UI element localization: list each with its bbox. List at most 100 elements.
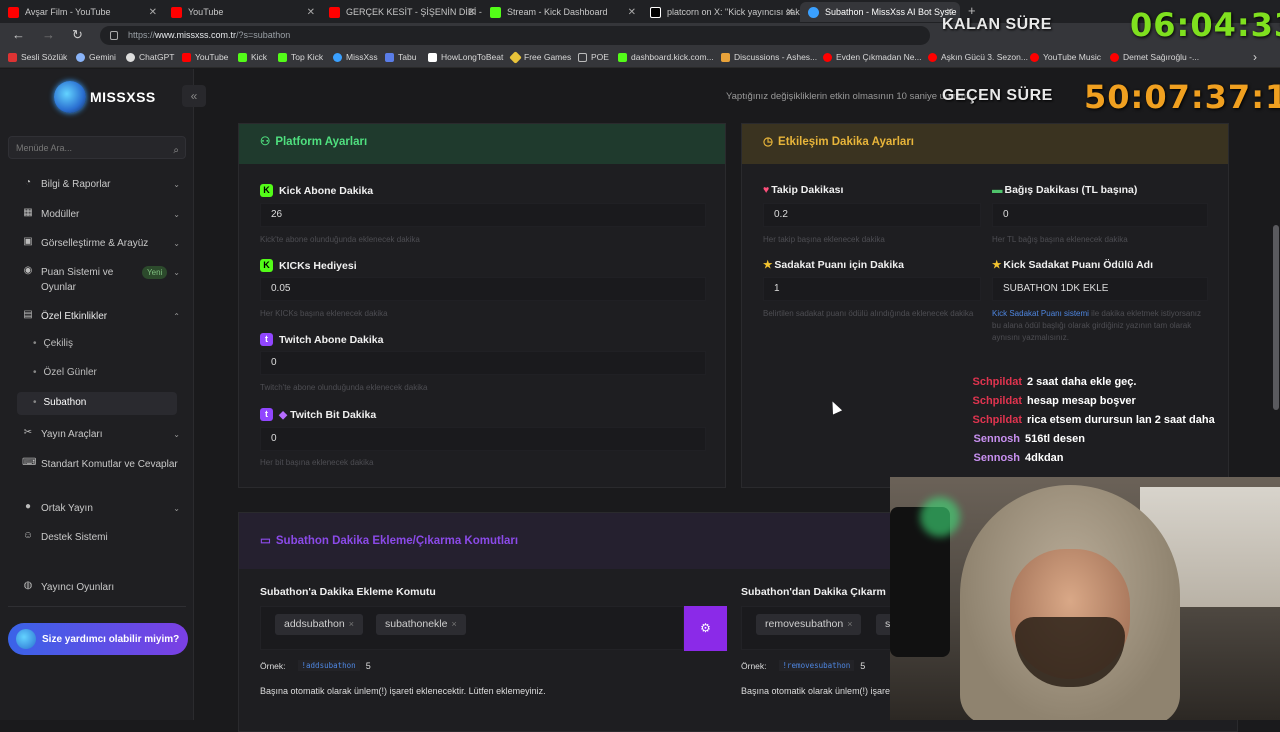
loyalty-minutes-input[interactable]: 1 xyxy=(763,277,981,301)
sidebar-item-puan-sistemi[interactable]: ◉ Puan Sistemi ve Oyunlar Yeni ⌄ xyxy=(22,265,180,295)
sidebar-item-destek-sistemi[interactable]: ☺ Destek Sistemi xyxy=(22,530,180,545)
field-help: Her takip başına eklenecek dakika xyxy=(763,235,885,244)
new-badge: Yeni xyxy=(142,266,168,279)
page-scrollbar[interactable] xyxy=(1273,225,1279,410)
command-tag[interactable]: addsubathon × xyxy=(275,614,363,635)
youtube-music-icon xyxy=(1030,52,1039,62)
brand-logo[interactable]: MISSXSS xyxy=(54,81,156,113)
browser-tab[interactable]: Stream - Kick Dashboard ✕ xyxy=(482,2,642,22)
sidebar-item-ortak-yayin[interactable]: ● Ortak Yayın ⌄ xyxy=(22,501,180,516)
grid-icon: ▦ xyxy=(23,207,33,218)
kick-icon: K xyxy=(260,184,273,197)
field-help: Her bit başına eklenecek dakika xyxy=(260,458,374,467)
keyboard-icon: ⌨ xyxy=(22,457,37,468)
sidebar-item-standart-komutlar[interactable]: ⌨ Standart Komutlar ve Cevaplar xyxy=(22,457,180,472)
sidebar-item-moduller[interactable]: ▦ Modüller ⌄ xyxy=(22,207,180,222)
bookmark[interactable]: Kick xyxy=(238,52,267,62)
bookmark[interactable]: Sesli Sözlük xyxy=(8,52,67,62)
bookmark[interactable]: Evden Çıkmadan Ne... xyxy=(823,52,922,62)
webcam-feed xyxy=(890,477,1280,720)
field-help: Her KICKs başına eklenecek dakika xyxy=(260,309,388,318)
kick-sub-minutes-input[interactable]: 26 xyxy=(260,203,706,227)
bookmark[interactable]: MissXss xyxy=(333,52,378,62)
bookmark[interactable]: dashboard.kick.com... xyxy=(618,52,714,62)
chevron-down-icon: ⌄ xyxy=(173,180,180,189)
browser-tab[interactable]: platcorn on X: "Kick yayıncısı sakı ✕ xyxy=(642,2,800,22)
forward-button[interactable]: → xyxy=(42,27,55,42)
sidebar-subitem-subathon[interactable]: Subathon xyxy=(33,397,87,408)
field-label: ♥ Takip Dakikası xyxy=(763,184,844,196)
browser-tab[interactable]: GERÇEK KESİT - ŞİŞENİN DİBİ - Yo ✕ xyxy=(321,2,482,22)
reload-button[interactable]: ↻ xyxy=(72,27,83,43)
chat-username: Schpildat xyxy=(972,395,1022,407)
close-icon[interactable]: ✕ xyxy=(786,7,794,18)
loyalty-reward-name-input[interactable]: SUBATHON 1DK EKLE xyxy=(992,277,1208,301)
bookmark[interactable]: HowLongToBeat xyxy=(428,52,503,62)
sidebar-subitem-ozel-gunler[interactable]: Özel Günler xyxy=(33,367,97,378)
close-icon[interactable]: ✕ xyxy=(468,7,476,18)
close-icon[interactable]: ✕ xyxy=(307,7,315,18)
back-button[interactable]: ← xyxy=(12,27,25,42)
bookmark-icon xyxy=(8,52,17,62)
close-icon[interactable]: ✕ xyxy=(149,7,157,18)
browser-tab[interactable]: YouTube ✕ xyxy=(163,2,321,22)
url-prefix: https:// xyxy=(128,30,156,40)
donation-minutes-input[interactable]: 0 xyxy=(992,203,1208,227)
tools-icon: ✂ xyxy=(23,427,33,438)
chatgpt-icon xyxy=(126,52,135,62)
remove-tag-icon[interactable]: × xyxy=(451,619,456,629)
remove-tag-icon[interactable]: × xyxy=(847,619,852,629)
bookmark[interactable]: ChatGPT xyxy=(126,52,174,62)
bookmark[interactable]: Aşkın Gücü 3. Sezon... xyxy=(928,52,1028,62)
command-tag[interactable]: removesubathon × xyxy=(756,614,862,635)
bookmarks-overflow-button[interactable]: › xyxy=(1253,50,1257,64)
field-label: ▬ Bağış Dakikası (TL başına) xyxy=(992,184,1138,196)
remaining-time-label: KALAN SÜRE xyxy=(942,16,1052,33)
sidebar-item-yayin-araclari[interactable]: ✂ Yayın Araçları ⌄ xyxy=(22,427,180,442)
search-icon[interactable]: ⌕ xyxy=(173,140,179,162)
bookmark[interactable]: Top Kick xyxy=(278,52,323,62)
bookmark[interactable]: Demet Sağıroğlu -... xyxy=(1110,52,1199,62)
chat-message: Schpildat rica etsem durursun lan 2 saat … xyxy=(968,414,1214,426)
remove-tag-icon[interactable]: × xyxy=(349,619,354,629)
menu-search-input[interactable]: Menüde Ara... ⌕ xyxy=(8,136,186,159)
tab-title: YouTube xyxy=(188,7,224,17)
browser-tab-active[interactable]: Subathon - MissXss AI Bot Syste ✕ xyxy=(800,2,960,22)
follow-minutes-input[interactable]: 0.2 xyxy=(763,203,981,227)
kicks-gift-input[interactable]: 0.05 xyxy=(260,277,706,301)
sidebar-item-yayinci-oyunlari[interactable]: ◍ Yayıncı Oyunları xyxy=(22,580,180,595)
settings-gear-button[interactable]: ⚙ xyxy=(684,606,727,651)
bookmark[interactable]: YouTube xyxy=(182,52,228,62)
card-header: ◷ Etkileşim Dakika Ayarları xyxy=(742,124,1228,164)
remove-command-tags-input[interactable]: removesubathon × s xyxy=(741,606,901,650)
youtube-icon xyxy=(928,52,937,62)
sidebar-item-gorsellestirme[interactable]: ▣ Görselleştirme & Arayüz ⌄ xyxy=(22,236,180,251)
bookmark[interactable]: Tabu xyxy=(385,52,416,62)
loyalty-system-link[interactable]: Kick Sadakat Puanı sistemi xyxy=(992,309,1089,318)
site-info-icon[interactable] xyxy=(110,31,118,40)
help-assistant-button[interactable]: Size yardımcı olabilir miyim? xyxy=(8,623,188,655)
image-icon: ▣ xyxy=(23,236,33,247)
sidebar-item-ozel-etkinlikler[interactable]: ▤ Özel Etkinlikler ⌃ xyxy=(22,309,180,324)
bookmark[interactable]: YouTube Music xyxy=(1030,52,1101,62)
url-field[interactable]: https://www.missxss.com.tr/?s=subathon xyxy=(100,26,930,45)
twitch-sub-minutes-input[interactable]: 0 xyxy=(260,351,706,375)
command-tag[interactable]: subathonekle × xyxy=(376,614,466,635)
browser-tab[interactable]: Avşar Film - YouTube ✕ xyxy=(0,2,163,22)
kick-icon xyxy=(238,52,247,62)
chat-username: Sennosh xyxy=(973,452,1020,464)
kick-icon xyxy=(490,6,501,18)
add-command-note: Başına otomatik olarak ünlem(!) işareti … xyxy=(260,686,546,696)
sidebar-collapse-button[interactable]: « xyxy=(182,85,206,107)
twitch-bit-minutes-input[interactable]: 0 xyxy=(260,427,706,451)
sidebar-subitem-cekilis[interactable]: Çekiliş xyxy=(33,338,73,349)
bookmark[interactable]: Discussions - Ashes... xyxy=(721,52,817,62)
save-notice: Yaptığınız değişikliklerin etkin olmasın… xyxy=(726,91,972,102)
add-command-tags-input[interactable]: addsubathon × subathonekle × xyxy=(260,606,684,650)
chevron-down-icon: ⌄ xyxy=(173,430,180,439)
bookmark[interactable]: Gemini xyxy=(76,52,116,62)
close-icon[interactable]: ✕ xyxy=(628,7,636,18)
sidebar-item-bilgi-raporlar[interactable]: ◔ Bilgi & Raporlar ⌄ xyxy=(22,177,180,192)
bookmark[interactable]: Free Games xyxy=(509,50,571,64)
bookmark-folder[interactable]: POE xyxy=(578,52,609,62)
